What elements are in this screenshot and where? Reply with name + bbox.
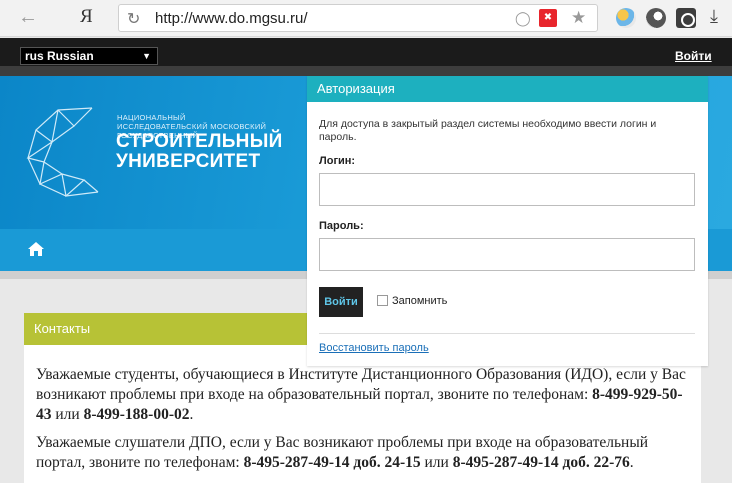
download-icon[interactable]: ⤓ (710, 6, 718, 27)
flower-extension-icon[interactable] (616, 8, 636, 28)
browser-toolbar: ← Я ↻ http://www.do.mgsu.ru/ ◯ ✖ ★ ⤓ (0, 0, 732, 37)
phone-number: 8-495-287-49-14 доб. 22-76 (452, 454, 630, 471)
star-icon[interactable]: ★ (571, 8, 586, 28)
banner-title-line2: УНИВЕРСИТЕТ (116, 151, 261, 172)
contacts-p2-or: или (420, 454, 453, 471)
banner-title: СТРОИТЕЛЬНЫЙ УНИВЕРСИТЕТ (116, 132, 283, 172)
login-input[interactable] (319, 173, 695, 206)
contacts-p1-end: . (189, 406, 194, 423)
restore-password-link[interactable]: Восстановить пароль (319, 342, 429, 354)
login-label: Логин: (319, 155, 356, 167)
contacts-p2-end: . (629, 454, 634, 471)
reload-icon[interactable]: ↻ (127, 9, 140, 29)
university-logo-icon[interactable] (22, 100, 114, 200)
contacts-dpo-paragraph: Уважаемые слушатели ДПО, если у Вас возн… (36, 433, 691, 473)
camera-extension-icon[interactable] (676, 8, 696, 28)
remember-label: Запомнить (392, 295, 448, 307)
login-button[interactable]: Войти (319, 287, 363, 317)
auth-title: Авторизация (307, 76, 708, 102)
contacts-p1-text: Уважаемые студенты, обучающиеся в Инстит… (36, 366, 686, 403)
login-link[interactable]: Войти (675, 49, 712, 63)
arrow-left-icon[interactable]: ← (18, 6, 38, 29)
auth-panel: Авторизация Для доступа в закрытый разде… (307, 76, 708, 366)
home-icon[interactable] (27, 240, 45, 258)
auth-divider (319, 333, 695, 334)
url-text[interactable]: http://www.do.mgsu.ru/ (155, 10, 308, 27)
address-bar[interactable]: ↻ http://www.do.mgsu.ru/ ◯ ✖ ★ (118, 4, 598, 32)
globe-icon[interactable]: ◯ (515, 10, 531, 27)
contacts-students-paragraph: Уважаемые студенты, обучающиеся в Инстит… (36, 365, 691, 425)
chevron-down-icon: ▼ (142, 51, 151, 61)
topbar-divider (0, 66, 732, 76)
password-label: Пароль: (319, 220, 364, 232)
contacts-header: Контакты (24, 313, 314, 345)
checkbox-icon[interactable] (377, 295, 388, 306)
yandex-button[interactable]: Я (80, 6, 93, 28)
contacts-p1-or: или (51, 406, 84, 423)
auth-description: Для доступа в закрытый раздел системы не… (319, 118, 657, 143)
language-select[interactable]: rus Russian ▼ (20, 47, 158, 65)
banner-title-line1: СТРОИТЕЛЬНЫЙ (116, 131, 283, 152)
phone-number: 8-495-287-49-14 доб. 24-15 (243, 454, 421, 471)
extension-icon[interactable]: ✖ (539, 9, 557, 27)
password-input[interactable] (319, 238, 695, 271)
phone-number: 8-499-188-00-02 (83, 406, 190, 423)
language-select-value: rus Russian (25, 49, 94, 63)
circle-extension-icon[interactable] (646, 8, 666, 28)
remember-checkbox[interactable]: Запомнить (377, 295, 447, 307)
